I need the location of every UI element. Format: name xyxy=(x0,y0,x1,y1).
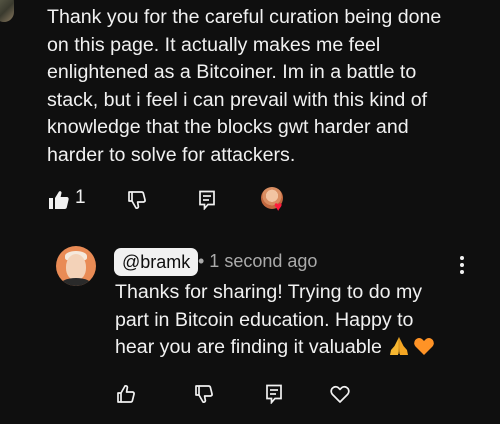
author-handle-chip[interactable]: @bramk xyxy=(114,248,199,276)
creator-heart-badge[interactable]: ♥ xyxy=(261,187,287,213)
reply-line: hear you are finding it valuable xyxy=(115,336,382,358)
thumbs-down-icon xyxy=(128,191,146,209)
comment-line: knowledge that the blocks gwt harder and xyxy=(47,116,409,138)
more-options-icon[interactable] xyxy=(455,256,469,278)
reply-line: Thanks for sharing! Trying to do my xyxy=(115,281,423,303)
comment-line: stack, but i feel i can prevail with thi… xyxy=(47,88,428,111)
comment-line: Thank you for the careful curation being… xyxy=(47,6,442,28)
orange-heart-icon xyxy=(414,337,434,355)
reply-body: Thanks for sharing! Trying to do my part… xyxy=(115,279,475,362)
reply-heart-button[interactable] xyxy=(329,383,351,405)
like-count: 1 xyxy=(75,187,86,208)
reply-timestamp: • 1 second ago xyxy=(198,251,318,271)
like-button[interactable] xyxy=(47,189,71,211)
thumbs-down-icon xyxy=(195,385,213,403)
reply-line: part in Bitcoin education. Happy to xyxy=(115,308,414,331)
comment-line: harder to solve for attackers. xyxy=(47,143,296,166)
thumbs-up-icon xyxy=(117,385,135,403)
reply-dislike-button[interactable] xyxy=(193,383,215,405)
commenter-avatar[interactable] xyxy=(0,0,14,22)
comment-icon xyxy=(199,190,215,210)
heart-outline-icon xyxy=(330,385,350,403)
folded-hands-icon xyxy=(389,337,408,355)
dislike-button[interactable] xyxy=(126,189,148,211)
comment-line: enlightened as a Bitcoiner. Im in a batt… xyxy=(47,61,417,83)
comment-body: Thank you for the careful curation being… xyxy=(47,4,487,169)
reply-avatar[interactable] xyxy=(56,246,96,286)
heart-icon: ♥ xyxy=(274,198,283,214)
thumbs-up-filled-icon xyxy=(49,191,69,209)
comment-line: on this page. It actually makes me feel xyxy=(47,33,381,56)
comment-thread: Thank you for the careful curation being… xyxy=(0,0,500,424)
reply-like-button[interactable] xyxy=(115,383,137,405)
reply-reply-button[interactable] xyxy=(263,383,285,405)
reply-button[interactable] xyxy=(196,189,218,211)
comment-icon xyxy=(266,384,282,404)
reply-line-last: hear you are finding it valuable xyxy=(115,334,475,362)
